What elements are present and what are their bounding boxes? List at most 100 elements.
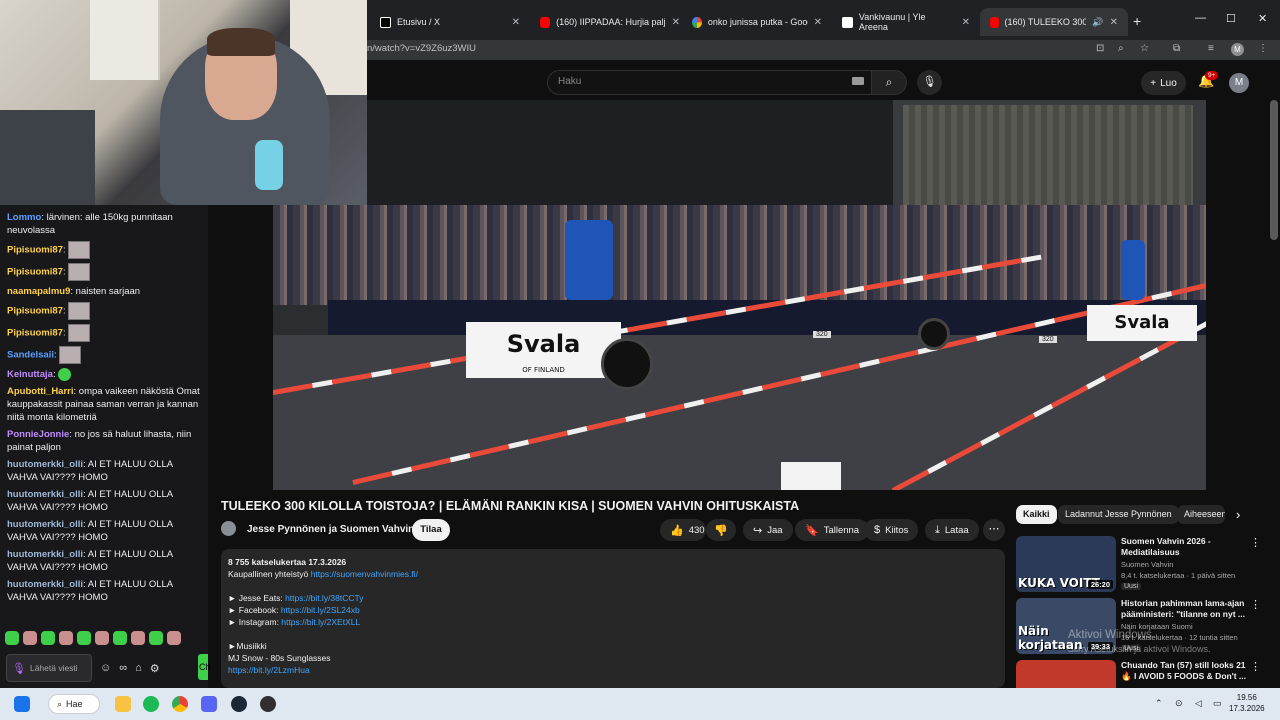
menu-dots-icon[interactable]: ⋮ [1258,43,1268,54]
zoom-icon[interactable]: ⌕ [1118,43,1124,54]
chip-uploaded-by[interactable]: Ladannut Jesse Pynnönen [1058,505,1179,524]
mic-icon[interactable]: 🎙 [12,662,26,675]
emote-icon[interactable] [149,631,163,645]
thanks-button[interactable]: $ Kiitos [864,519,919,541]
share-button[interactable]: ↪ Jaa [743,519,793,541]
recommended-video[interactable]: KUKA VOITT 26:20 Suomen Vahvin 2026 - Medi… [1016,536,1262,594]
page-scrollbar[interactable] [1270,100,1278,240]
tray-chevron-icon[interactable]: ⌃ [1155,698,1163,709]
tab-youtube-active[interactable]: (160) TULEEKO 300 KILO 🔊 ✕ [980,8,1128,36]
emote-icon[interactable] [59,631,73,645]
bits-icon[interactable]: ∞ [119,662,127,674]
close-icon[interactable]: ✕ [814,17,822,28]
store-icon[interactable]: ⌂ [135,662,142,674]
description-link[interactable]: https://suomenvahvinmies.fi/ [311,569,418,579]
video-description[interactable]: 8 755 katselukertaa 17.3.2026 Kaupalline… [221,549,1005,688]
recommended-title[interactable]: Suomen Vahvin 2026 - Mediatilaisuus [1121,536,1249,558]
subscribe-button[interactable]: Tilaa [412,519,450,541]
search-input[interactable]: Haku [547,70,872,95]
close-icon[interactable]: ✕ [1110,17,1118,28]
channel-avatar[interactable] [221,521,236,536]
volume-icon[interactable]: ◁ [1195,698,1202,709]
discord-icon[interactable] [201,696,217,712]
file-explorer-icon[interactable] [115,696,131,712]
windows-start-icon[interactable] [14,696,30,712]
chat-input[interactable]: 🎙 Lähetä viesti [6,654,92,682]
avatar[interactable]: M [1229,73,1249,93]
emote-picker-icon[interactable]: ☺ [100,662,111,674]
video-thumbnail[interactable]: KUKA VOITT 26:20 [1016,536,1116,592]
more-actions-button[interactable]: ⋯ [983,519,1005,541]
close-icon[interactable]: ✕ [512,17,520,28]
video-player[interactable]: Svala OF FINLAND Svala 320 320 [273,100,1206,490]
like-button[interactable]: 👍 430 [660,519,706,541]
keyboard-icon[interactable] [852,77,864,85]
chat-username[interactable]: Pipisuomi87 [7,245,63,256]
emote-icon[interactable] [131,631,145,645]
description-link[interactable]: https://bit.ly/2SL24xb [281,605,360,615]
voice-search-button[interactable]: 🎙 [917,70,942,95]
bookmark-star-icon[interactable]: ☆ [1140,43,1149,54]
url-text[interactable]: n/watch?v=vZ9Z6uz3WIU [367,43,476,54]
create-button[interactable]: + Luo [1141,71,1186,95]
chat-username[interactable]: naamapalmu9 [7,286,70,297]
gear-icon[interactable]: ⚙ [150,662,160,675]
save-button[interactable]: 🔖 Tallenna [795,519,870,541]
emote-icon[interactable] [23,631,37,645]
chrome-icon[interactable] [172,696,188,712]
chat-send-button[interactable]: Ch [198,654,211,680]
more-icon[interactable]: ⋮ [1250,598,1261,611]
chip-all[interactable]: Kaikki [1016,505,1057,524]
tab-x[interactable]: Etusivu / X ✕ [370,8,530,36]
speaker-icon[interactable]: 🔊 [1092,17,1103,28]
taskbar-clock[interactable]: 19.56 17.3.2026 [1229,692,1265,714]
maximize-icon[interactable]: ☐ [1226,12,1236,25]
install-app-icon[interactable]: ⊡ [1096,43,1104,54]
chat-username[interactable]: huutomerkki_olli [7,459,83,470]
obs-icon[interactable] [260,696,276,712]
tab-youtube-iippadaa[interactable]: (160) IIPPADAA: Hurjia paljas ✕ [530,8,690,36]
chat-username[interactable]: Pipisuomi87 [7,306,63,317]
description-link[interactable]: https://bit.ly/2LzmHua [228,665,310,675]
chat-username[interactable]: Apubotti_Harri [7,386,74,397]
emote-icon[interactable] [95,631,109,645]
minimize-icon[interactable]: — [1195,12,1206,24]
media-control-icon[interactable]: ≡ [1208,43,1214,54]
emote-icon[interactable] [41,631,55,645]
download-button[interactable]: ⤓ Lataa [925,519,979,541]
chat-username[interactable]: Pipisuomi87 [7,267,63,278]
chat-username[interactable]: Sandelsaii [7,350,54,361]
chat-username[interactable]: PonnieJonnie [7,429,69,440]
chat-username[interactable]: huutomerkki_olli [7,519,83,530]
chevron-right-icon[interactable]: › [1236,507,1240,522]
extensions-icon[interactable]: ⧉ [1173,43,1180,54]
chat-username[interactable]: Pipisuomi87 [7,328,63,339]
emote-icon[interactable] [77,631,91,645]
emote-icon[interactable] [167,631,181,645]
emote-icon[interactable] [113,631,127,645]
new-tab-button[interactable]: + [1133,13,1141,29]
channel-name[interactable]: Jesse Pynnönen ja Suomen Vahvin [247,524,414,535]
network-icon[interactable]: ⊙ [1175,698,1183,709]
emote-icon[interactable] [5,631,19,645]
dislike-button[interactable]: 👎 [706,519,736,541]
close-icon[interactable]: ✕ [672,17,680,28]
chat-username[interactable]: huutomerkki_olli [7,579,83,590]
description-link[interactable]: https://bit.ly/2XEtXLL [281,617,360,627]
search-button[interactable]: ⌕ [871,70,907,95]
close-window-icon[interactable]: ✕ [1258,12,1267,25]
battery-icon[interactable]: ▭ [1213,698,1222,709]
tab-yle-areena[interactable]: Vankivaunu | Yle Areena ✕ [832,8,980,36]
more-icon[interactable]: ⋮ [1250,536,1261,549]
chat-username[interactable]: Keinuttaja [7,369,53,380]
steam-icon[interactable] [231,696,247,712]
chat-username[interactable]: huutomerkki_olli [7,549,83,560]
profile-avatar[interactable]: M [1231,43,1244,56]
tab-google[interactable]: onko junissa putka - Google ✕ [682,8,832,36]
spotify-icon[interactable] [143,696,159,712]
description-link[interactable]: https://bit.ly/38tCCTy [285,593,363,603]
close-icon[interactable]: ✕ [962,17,970,28]
chat-username[interactable]: Lommo [7,212,41,223]
recommended-title[interactable]: Chuando Tan (57) still looks 21 🔥 I AVOI… [1121,660,1249,682]
chip-related[interactable]: Aiheeseen [1177,505,1225,524]
